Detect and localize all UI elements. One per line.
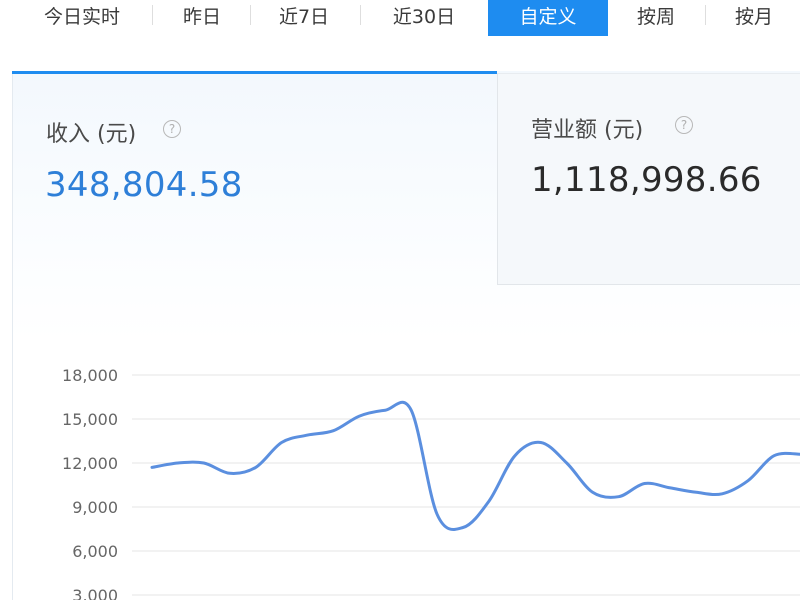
- y-tick-label: 18,000: [62, 366, 118, 385]
- income-value: 348,804.58: [45, 165, 243, 205]
- revenue-value: 1,118,998.66: [531, 160, 762, 200]
- y-tick-label: 15,000: [62, 410, 118, 429]
- question-circle-icon[interactable]: ?: [163, 120, 181, 138]
- active-card-indicator: [12, 71, 497, 74]
- income-series-line: [150, 400, 800, 531]
- tab-today-realtime[interactable]: 今日实时: [22, 0, 142, 36]
- income-label: 收入 (元): [46, 122, 137, 147]
- y-axis-ticks: 18,000 15,000 12,000 9,000 6,000 3,000: [62, 366, 118, 600]
- revenue-label: 营业额 (元): [531, 118, 644, 143]
- tab-divider: [705, 5, 706, 25]
- tab-last-7-days[interactable]: 近7日: [258, 0, 350, 36]
- tab-last-30-days[interactable]: 近30日: [368, 0, 480, 36]
- tab-by-month[interactable]: 按月: [712, 0, 796, 36]
- y-tick-label: 12,000: [62, 454, 118, 473]
- y-tick-label: 6,000: [72, 542, 118, 561]
- tab-divider: [360, 5, 361, 25]
- y-tick-label: 3,000: [72, 586, 118, 600]
- income-line-chart: 18,000 15,000 12,000 9,000 6,000 3,000: [62, 366, 800, 600]
- question-circle-icon[interactable]: ?: [675, 116, 693, 134]
- tab-by-week[interactable]: 按周: [612, 0, 700, 36]
- tab-divider: [152, 5, 153, 25]
- tab-custom[interactable]: 自定义: [488, 0, 608, 36]
- date-range-tabs: 今日实时 昨日 近7日 近30日 自定义 按周 按月: [0, 0, 800, 36]
- chart-grid: [132, 374, 800, 596]
- tab-yesterday[interactable]: 昨日: [160, 0, 244, 36]
- tab-divider: [250, 5, 251, 25]
- y-tick-label: 9,000: [72, 498, 118, 517]
